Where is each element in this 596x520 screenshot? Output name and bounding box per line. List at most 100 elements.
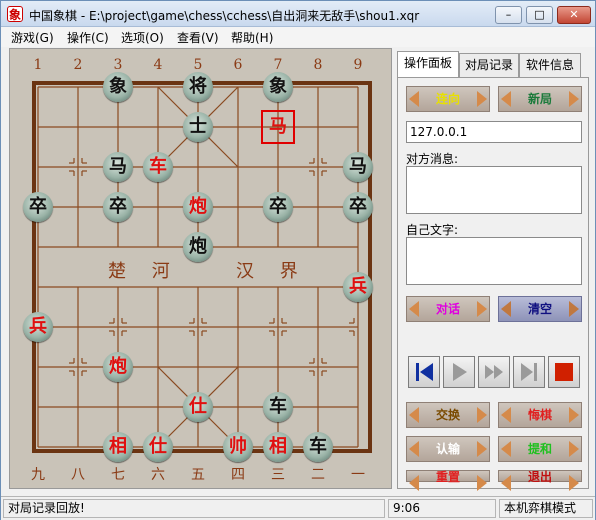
- new-game-button[interactable]: 新局: [498, 86, 582, 112]
- red-piece-19[interactable]: 相: [103, 432, 133, 462]
- tab-software-info[interactable]: 软件信息: [519, 53, 581, 77]
- menu-bar: 游戏(G) 操作(C) 选项(O) 查看(V) 帮助(H): [1, 27, 595, 47]
- top-number-3: 3: [113, 57, 123, 73]
- play-icon: [453, 363, 467, 381]
- bottom-number-1: 一: [351, 467, 365, 483]
- stop-icon: [555, 363, 573, 381]
- undo-button[interactable]: 悔棋: [498, 402, 582, 428]
- bottom-number-3: 三: [271, 467, 285, 483]
- red-piece-21[interactable]: 帅: [223, 432, 253, 462]
- opponent-message-label: 对方消息:: [406, 152, 459, 166]
- fast-forward-icon: [485, 365, 503, 379]
- play-button[interactable]: [443, 356, 475, 388]
- status-time: 9:06: [388, 499, 496, 518]
- black-piece-3[interactable]: 士: [183, 112, 213, 142]
- top-number-6: 6: [233, 57, 243, 73]
- window-title: 中国象棋 - E:\project\game\chess\cchess\自出洞来…: [29, 9, 420, 23]
- bottom-number-6: 六: [151, 467, 165, 483]
- maximize-button[interactable]: □: [526, 6, 553, 24]
- bottom-number-5: 五: [191, 467, 205, 483]
- exit-button[interactable]: 退出: [498, 470, 582, 491]
- connect-button-label: 连向: [435, 92, 460, 106]
- red-piece-6[interactable]: 车: [143, 152, 173, 182]
- minimize-button[interactable]: –: [495, 6, 522, 24]
- black-piece-1[interactable]: 将: [183, 72, 213, 102]
- menu-operation[interactable]: 操作(C): [67, 29, 109, 46]
- ip-address-input[interactable]: [406, 121, 582, 143]
- top-number-7: 7: [273, 57, 283, 73]
- red-piece-14[interactable]: 兵: [343, 272, 373, 302]
- top-number-2: 2: [73, 57, 83, 73]
- menu-view[interactable]: 查看(V): [177, 29, 219, 46]
- bottom-number-7: 七: [111, 467, 125, 483]
- bottom-number-8: 八: [71, 467, 85, 483]
- talk-button[interactable]: 对话: [406, 296, 490, 322]
- last-move-button[interactable]: [513, 356, 545, 388]
- bottom-number-4: 四: [231, 467, 245, 483]
- top-number-9: 9: [353, 57, 363, 73]
- stop-button[interactable]: [548, 356, 580, 388]
- reset-button[interactable]: 重置: [406, 470, 490, 491]
- black-piece-8[interactable]: 卒: [23, 192, 53, 222]
- river-label-han: 汉 界: [236, 261, 308, 282]
- first-move-button[interactable]: [408, 356, 440, 388]
- status-mode: 本机弈棋模式: [499, 499, 593, 518]
- black-piece-13[interactable]: 炮: [183, 232, 213, 262]
- top-number-4: 4: [153, 57, 163, 73]
- black-piece-7[interactable]: 马: [343, 152, 373, 182]
- tab-game-record[interactable]: 对局记录: [459, 53, 519, 77]
- title-bar[interactable]: 象 中国象棋 - E:\project\game\chess\cchess\自出…: [1, 1, 595, 27]
- new-game-button-label: 新局: [527, 92, 552, 106]
- river-label-chu: 楚 河: [108, 261, 180, 282]
- undo-button-label: 悔棋: [527, 408, 552, 422]
- bottom-number-9: 九: [31, 467, 45, 483]
- draw-button[interactable]: 提和: [498, 436, 582, 462]
- status-message: 对局记录回放!: [3, 499, 385, 518]
- fast-forward-button[interactable]: [478, 356, 510, 388]
- clear-button-label: 清空: [527, 302, 552, 316]
- top-number-8: 8: [313, 57, 323, 73]
- bottom-number-2: 二: [311, 467, 325, 483]
- red-piece-15[interactable]: 兵: [23, 312, 53, 342]
- opponent-message-box[interactable]: [406, 166, 582, 214]
- black-piece-5[interactable]: 马: [103, 152, 133, 182]
- exit-button-label: 退出: [527, 470, 552, 484]
- chess-board[interactable]: 1 2 3 4 5 6 7 8 9 九 八 七 六 五 四 三 二 一 楚 河 …: [9, 48, 392, 489]
- app-window: 象 中国象棋 - E:\project\game\chess\cchess\自出…: [0, 0, 596, 520]
- black-piece-11[interactable]: 卒: [263, 192, 293, 222]
- top-number-1: 1: [33, 57, 43, 73]
- app-logo-icon: 象: [7, 6, 23, 22]
- self-text-label: 自己文字:: [406, 223, 459, 237]
- resign-button[interactable]: 认输: [406, 436, 490, 462]
- black-piece-2[interactable]: 象: [263, 72, 293, 102]
- red-piece-22[interactable]: 相: [263, 432, 293, 462]
- reset-button-label: 重置: [435, 470, 460, 484]
- black-piece-9[interactable]: 卒: [103, 192, 133, 222]
- swap-button[interactable]: 交换: [406, 402, 490, 428]
- red-piece-20[interactable]: 仕: [143, 432, 173, 462]
- red-piece-10[interactable]: 炮: [183, 192, 213, 222]
- close-button[interactable]: ✕: [557, 6, 591, 24]
- operation-panel: 连向 新局 对方消息: 自己文字: 对话 清空: [397, 77, 589, 491]
- red-piece-16[interactable]: 炮: [103, 352, 133, 382]
- red-piece-4[interactable]: 马: [261, 110, 295, 144]
- status-bar: 对局记录回放! 9:06 本机弈棋模式: [1, 496, 595, 520]
- menu-game[interactable]: 游戏(G): [11, 29, 54, 46]
- black-piece-0[interactable]: 象: [103, 72, 133, 102]
- red-piece-17[interactable]: 仕: [183, 392, 213, 422]
- skip-to-start-icon: [416, 363, 433, 381]
- menu-options[interactable]: 选项(O): [121, 29, 164, 46]
- swap-button-label: 交换: [435, 408, 460, 422]
- connect-button[interactable]: 连向: [406, 86, 490, 112]
- black-piece-23[interactable]: 车: [303, 432, 333, 462]
- tab-operation-panel[interactable]: 操作面板: [397, 51, 459, 77]
- resign-button-label: 认输: [435, 442, 460, 456]
- skip-to-end-icon: [521, 363, 537, 381]
- draw-button-label: 提和: [527, 442, 552, 456]
- top-number-5: 5: [193, 57, 203, 73]
- black-piece-12[interactable]: 卒: [343, 192, 373, 222]
- clear-button[interactable]: 清空: [498, 296, 582, 322]
- black-piece-18[interactable]: 车: [263, 392, 293, 422]
- menu-help[interactable]: 帮助(H): [231, 29, 273, 46]
- self-text-input[interactable]: [406, 237, 582, 285]
